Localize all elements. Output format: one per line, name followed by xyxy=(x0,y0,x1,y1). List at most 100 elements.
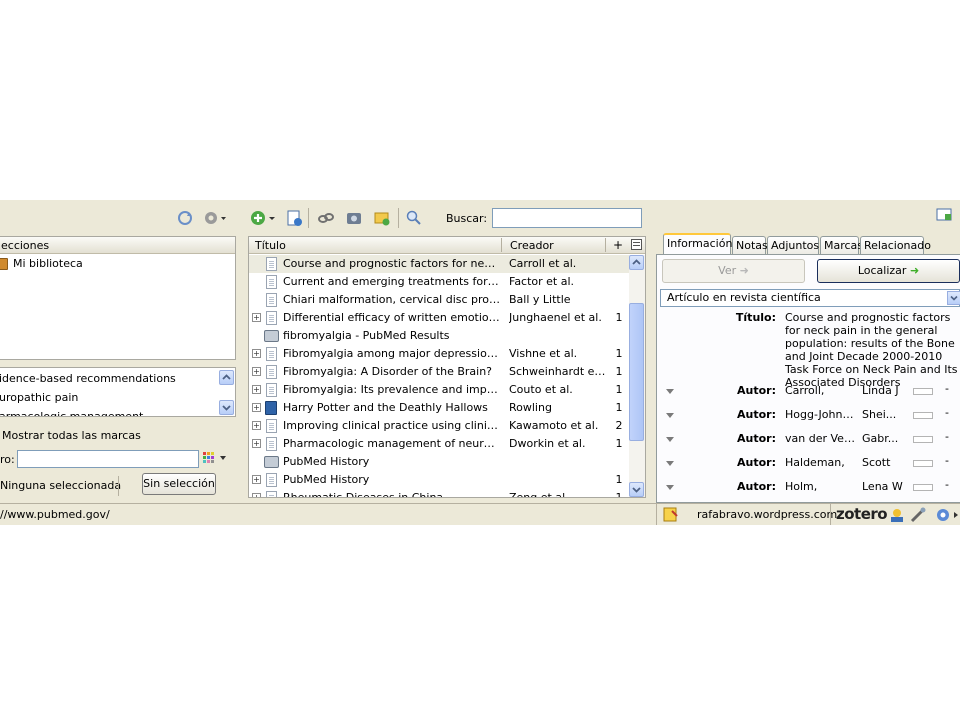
creator-first-name[interactable]: Linda J xyxy=(862,381,908,401)
creator-last-name[interactable]: Holm, xyxy=(785,477,857,497)
tag-filter-input[interactable] xyxy=(17,450,199,468)
column-header-creator[interactable]: Creador xyxy=(510,239,554,252)
creator-last-name[interactable]: Carroll, xyxy=(785,381,857,401)
column-picker-icon[interactable] xyxy=(631,239,642,250)
item-row[interactable]: + Differential efficacy of written emotio… xyxy=(249,309,631,327)
creator-last-name[interactable]: Hogg-Johnson, xyxy=(785,405,857,425)
item-type-select[interactable]: Artículo en revista científica xyxy=(660,289,960,307)
item-row[interactable]: + Fibromyalgia: A Disorder of the Brain? S… xyxy=(249,363,631,381)
item-row[interactable]: + Improving clinical practice using clini… xyxy=(249,417,631,435)
creator-first-name[interactable]: Scott xyxy=(862,453,908,473)
tab-related[interactable]: Relacionado xyxy=(860,236,931,254)
switch-name-mode-button[interactable] xyxy=(913,460,933,467)
view-button[interactable]: Ver ➜ xyxy=(662,259,805,283)
creator-type-label[interactable]: Autor: xyxy=(700,453,776,473)
remove-creator-icon[interactable]: - xyxy=(945,451,949,471)
items-scroll-down[interactable] xyxy=(629,482,644,497)
items-scroll-up[interactable] xyxy=(629,255,644,270)
tag-item[interactable]: armacologic management xyxy=(0,408,219,416)
item-row[interactable]: + Fibromyalgia among major depression dis… xyxy=(249,345,631,363)
magic-wand-icon[interactable] xyxy=(910,507,928,523)
switch-name-mode-button[interactable] xyxy=(913,412,933,419)
expand-icon[interactable]: + xyxy=(252,385,261,394)
remove-creator-icon[interactable]: - xyxy=(945,403,949,423)
switch-name-mode-button[interactable] xyxy=(913,436,933,443)
creator-type-dropdown-icon[interactable] xyxy=(666,389,674,394)
expand-icon[interactable]: + xyxy=(252,313,261,322)
creator-type-dropdown-icon[interactable] xyxy=(666,485,674,490)
snapshot-icon[interactable] xyxy=(345,209,363,227)
creator-type-dropdown-icon[interactable] xyxy=(666,413,674,418)
item-row[interactable]: Course and prognostic factors for neck p… xyxy=(249,255,631,273)
notes-icon[interactable] xyxy=(663,507,679,522)
sync-icon[interactable] xyxy=(176,209,194,227)
search-input[interactable] xyxy=(492,208,642,228)
tab-info[interactable]: Información xyxy=(663,233,732,255)
gear-icon[interactable] xyxy=(203,209,227,227)
expand-icon[interactable]: + xyxy=(252,439,261,448)
tags-scroll-down[interactable] xyxy=(219,400,234,415)
item-row[interactable]: + Harry Potter and the Deathly Hallows Row… xyxy=(249,399,631,417)
expand-icon[interactable]: + xyxy=(252,421,261,430)
tab-notes[interactable]: Notas xyxy=(732,236,768,254)
remove-creator-icon[interactable]: - xyxy=(945,379,949,399)
remove-creator-icon[interactable]: - xyxy=(945,475,949,495)
column-header-add[interactable]: + xyxy=(613,238,623,252)
creator-type-dropdown-icon[interactable] xyxy=(666,461,674,466)
tag-item[interactable]: uropathic pain xyxy=(0,389,219,407)
locate-button[interactable]: Localizar ➜ xyxy=(817,259,960,283)
items-scrollbar[interactable] xyxy=(629,255,645,497)
document-icon xyxy=(266,257,277,271)
creator-type-label[interactable]: Autor: xyxy=(700,381,776,401)
tag-colors-icon[interactable] xyxy=(203,452,215,464)
creator-type-dropdown-icon[interactable] xyxy=(666,437,674,442)
item-row[interactable]: + Fibromyalgia: Its prevalence and impact… xyxy=(249,381,631,399)
browser-extension-icon[interactable] xyxy=(935,507,960,523)
collections-header-label: ecciones xyxy=(1,239,50,252)
translator-icon[interactable] xyxy=(889,507,905,523)
switch-name-mode-button[interactable] xyxy=(913,484,933,491)
switch-name-mode-button[interactable] xyxy=(913,388,933,395)
tab-attachments[interactable]: Adjuntos xyxy=(767,236,819,254)
expand-icon[interactable]: + xyxy=(252,475,261,484)
new-item-icon[interactable] xyxy=(249,209,277,227)
tags-scroll-up[interactable] xyxy=(219,370,234,385)
new-note-icon[interactable] xyxy=(285,209,303,227)
creator-last-name[interactable]: van der Velde, xyxy=(785,429,857,449)
lookup-icon[interactable] xyxy=(405,209,423,227)
item-row[interactable]: Current and emerging treatments for cerv… xyxy=(249,273,631,291)
show-all-tags-checkbox[interactable]: Mostrar todas las marcas xyxy=(0,428,236,444)
creator-type-label[interactable]: Autor: xyxy=(700,405,776,425)
expand-icon[interactable]: + xyxy=(252,493,261,497)
creator-type-label[interactable]: Autor: xyxy=(700,429,776,449)
item-row[interactable]: + Pharmacologic management of neuropathi.… xyxy=(249,435,631,453)
tag-menu-dropdown-icon[interactable] xyxy=(220,456,226,460)
collection-item-my-library[interactable]: Mi biblioteca xyxy=(0,255,235,273)
deselect-tags-button[interactable]: Sin selección xyxy=(142,473,216,495)
creator-first-name[interactable]: Lena W xyxy=(862,477,908,497)
link-icon[interactable] xyxy=(317,209,335,227)
expand-icon[interactable]: + xyxy=(252,403,261,412)
creator-type-label[interactable]: Autor: xyxy=(700,477,776,497)
creator-first-name[interactable]: Shei... xyxy=(862,405,908,425)
item-row[interactable]: + Rheumatic Diseases in China Zeng et al. 1 xyxy=(249,489,631,497)
creator-first-name[interactable]: Gabr... xyxy=(862,429,908,449)
remove-creator-icon[interactable]: - xyxy=(945,427,949,447)
item-attachment-count: 1 xyxy=(615,401,623,414)
column-header-title[interactable]: Título xyxy=(255,239,286,252)
item-row[interactable]: PubMed History xyxy=(249,453,631,471)
zotero-logo[interactable]: zotero xyxy=(836,505,888,523)
tag-item[interactable]: idence-based recommendations xyxy=(0,370,219,388)
tag-filter-row: ro: xyxy=(0,450,236,470)
item-row[interactable]: Chiari malformation, cervical disc prola… xyxy=(249,291,631,309)
tab-tags[interactable]: Marcas xyxy=(820,236,863,254)
creator-last-name[interactable]: Haldeman, xyxy=(785,453,857,473)
item-row[interactable]: fibromyalgia - PubMed Results xyxy=(249,327,631,345)
expand-icon[interactable]: + xyxy=(252,349,261,358)
item-row[interactable]: + PubMed History 1 xyxy=(249,471,631,489)
expand-icon[interactable]: + xyxy=(252,367,261,376)
items-scroll-thumb[interactable] xyxy=(629,303,644,441)
attach-icon[interactable] xyxy=(373,209,391,227)
status-site: rafabravo.wordpress.com xyxy=(697,508,838,521)
title-field-value[interactable]: Course and prognostic factors for neck p… xyxy=(785,311,960,389)
